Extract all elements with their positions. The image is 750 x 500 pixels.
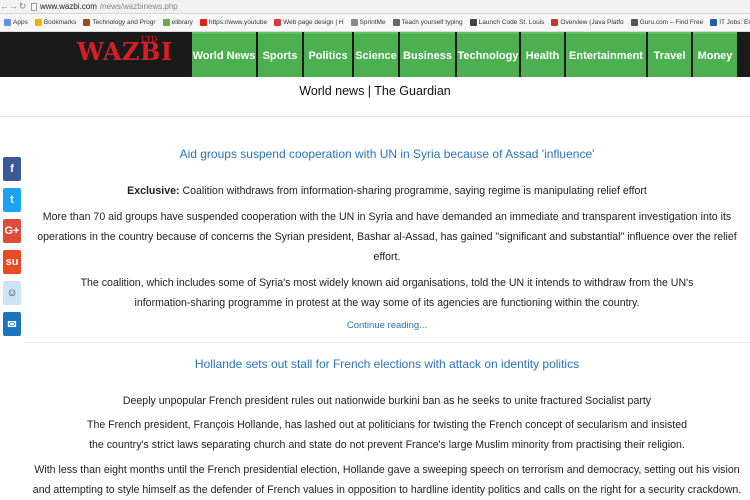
bookmark-item[interactable]: Teach yourself typing [392,19,463,26]
bookmark-label: https://www.youtube [208,19,268,26]
article-paragraph: More than 70 aid groups have suspended c… [37,211,737,263]
bookmark-label: Web page design | H [283,19,344,26]
bookmark-item[interactable]: SprintMe [350,19,386,26]
bookmark-label: Overview (Java Platfo [560,19,624,26]
bookmark-label: Teach yourself typing [401,19,463,26]
article-1: Aid groups suspend cooperation with UN i… [24,147,750,331]
article-lead: Exclusive: Coalition withdraws from info… [24,181,750,201]
page-icon [31,2,37,11]
nav-health[interactable]: Health [521,32,564,77]
bookmark-label: Launch Code St. Louis [478,19,545,26]
email-icon[interactable]: ✉ [3,312,21,336]
logo-text: WAZBI [77,37,173,66]
twitter-icon[interactable]: t [3,188,21,212]
bookmark-label: elibrary [171,19,193,26]
continue-reading-link[interactable]: Continue reading... [24,320,750,331]
bookmark-label: Apps [13,19,28,26]
bookmark-favicon-icon [630,19,638,26]
nav-sports[interactable]: Sports [258,32,302,77]
nav-money[interactable]: Money [693,32,737,77]
address-field[interactable]: www.wazbi.com/news/wazbinews.php [31,2,178,11]
reload-icon[interactable]: ↻ [18,0,27,13]
bookmark-label: IT Jobs: Engineering [719,19,750,26]
facebook-icon[interactable]: f [3,157,21,181]
article-paragraph: The French president, François Hollande,… [86,419,688,451]
bookmark-label: SprintMe [359,19,386,26]
bookmark-favicon-icon [162,19,170,26]
article-lead-label: Exclusive: [127,185,180,197]
bookmark-favicon-icon [469,19,477,26]
main-menu: World News Sports Politics Science Business T… [190,32,737,77]
bookmark-item[interactable]: Launch Code St. Louis [469,19,545,26]
bookmark-favicon-icon [34,19,42,26]
url-path: /news/wazbinews.php [99,2,178,11]
bookmark-favicon-icon [83,19,91,26]
bookmark-item[interactable]: Apps [4,19,28,26]
browser-url-bar: ← → ↻ www.wazbi.com/news/wazbinews.php [0,0,750,14]
bookmark-favicon-icon [392,19,400,26]
article-title[interactable]: Aid groups suspend cooperation with UN i… [24,147,750,161]
google-plus-icon[interactable]: G+ [3,219,21,243]
article-2: Hollande sets out stall for French elect… [24,357,750,500]
bookmark-label: Guru.com – Find Free [639,19,704,26]
bookmark-favicon-icon [274,19,282,26]
bookmark-item[interactable]: Overview (Java Platfo [551,19,624,26]
bookmarks-bar: Apps Bookmarks Technology and Progr elibrar… [0,14,750,32]
bookmark-item[interactable]: https://www.youtube [199,19,268,26]
bookmark-favicon-icon [4,19,11,26]
nav-entertainment[interactable]: Entertainment [566,32,646,77]
stumbleupon-icon[interactable]: su [3,250,21,274]
back-arrow-icon[interactable]: ← [0,0,9,13]
nav-business[interactable]: Business [400,32,455,77]
url-host: www.wazbi.com [40,2,97,11]
logo-subtext: LTD [141,35,158,44]
bookmark-label: Bookmarks [43,19,77,26]
page-title: World news | The Guardian [299,84,451,98]
share-bar: f t G+ su ☺ ✉ [3,157,21,343]
nav-travel[interactable]: Travel [648,32,691,77]
bookmark-item[interactable]: IT Jobs: Engineering [710,19,750,26]
bookmark-item[interactable]: Bookmarks [34,19,77,26]
article-paragraph: With less than eight months until the Fr… [32,464,742,496]
bookmark-favicon-icon [199,19,207,26]
bookmark-item[interactable]: Guru.com – Find Free [630,19,704,26]
article-lead: Deeply unpopular French president rules … [122,395,652,407]
bookmark-item[interactable]: Technology and Progr [83,19,156,26]
site-logo[interactable]: WAZBI LTD [0,32,190,77]
nav-science[interactable]: Science [354,32,398,77]
article-divider [24,342,750,343]
bookmark-label: Technology and Progr [92,19,156,26]
article-title[interactable]: Hollande sets out stall for French elect… [24,357,750,371]
bookmark-item[interactable]: Web page design | H [274,19,344,26]
article-lead-text: Coalition withdraws from information-sha… [179,185,647,197]
site-header: WAZBI LTD World News Sports Politics Scienc… [0,32,750,77]
bookmark-favicon-icon [350,19,358,26]
nav-world-news[interactable]: World News [192,32,256,77]
bookmark-favicon-icon [551,19,559,26]
bookmark-favicon-icon [710,19,718,26]
reddit-icon[interactable]: ☺ [3,281,21,305]
bookmark-item[interactable]: elibrary [162,19,193,26]
header-divider [0,116,750,117]
nav-politics[interactable]: Politics [304,32,352,77]
nav-technology[interactable]: Technology [457,32,519,77]
article-paragraph: The coalition, which includes some of Sy… [80,277,694,309]
forward-arrow-icon[interactable]: → [9,0,18,13]
